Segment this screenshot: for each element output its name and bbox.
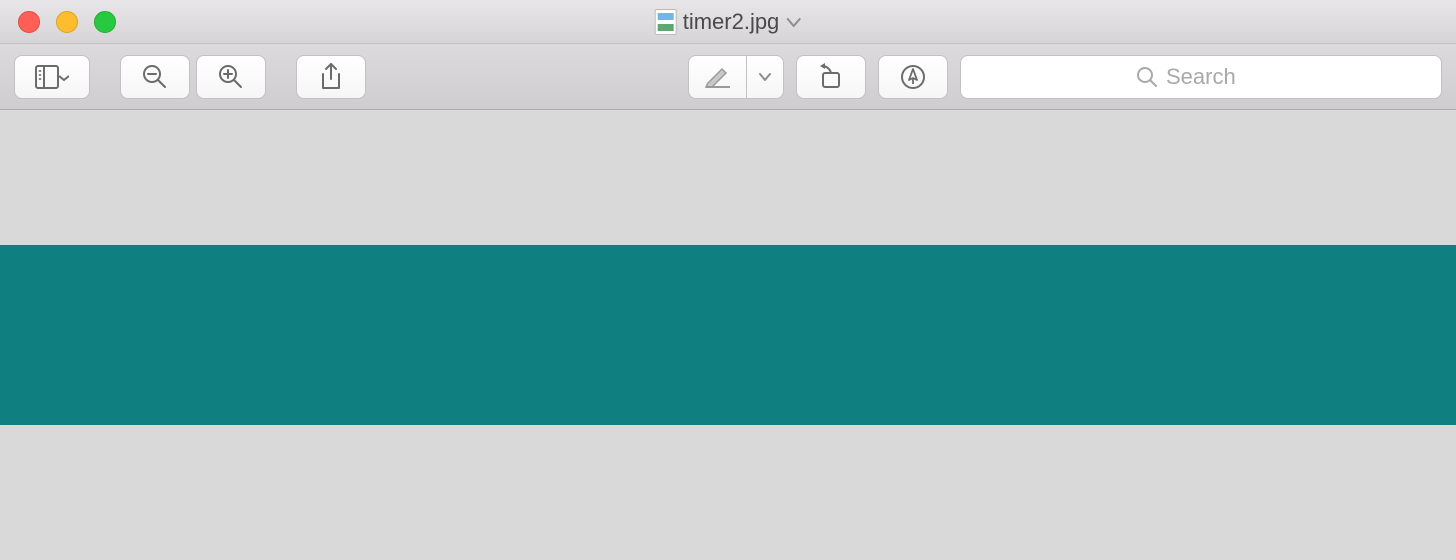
zoom-in-button[interactable] (196, 55, 266, 99)
window-title: timer2.jpg (683, 9, 780, 35)
sidebar-button[interactable] (14, 55, 90, 99)
zoom-out-button[interactable] (120, 55, 190, 99)
titlebar: timer2.jpg (0, 0, 1456, 44)
sidebar-icon (35, 65, 69, 89)
image-preview (0, 245, 1456, 425)
chevron-down-icon (785, 15, 801, 29)
rotate-icon (816, 63, 846, 91)
rotate-button[interactable] (796, 55, 866, 99)
traffic-lights (0, 11, 116, 33)
toolbar (0, 44, 1456, 110)
search-icon (1136, 66, 1158, 88)
chevron-down-icon (758, 71, 772, 83)
search-field[interactable] (960, 55, 1442, 99)
highlighter-icon (704, 65, 732, 89)
zoom-out-icon (141, 63, 169, 91)
search-input[interactable] (1166, 64, 1266, 90)
window-title-group[interactable]: timer2.jpg (655, 9, 802, 35)
zoom-in-icon (217, 63, 245, 91)
content-area (0, 110, 1456, 560)
share-icon (318, 62, 344, 92)
close-button[interactable] (18, 11, 40, 33)
share-button[interactable] (296, 55, 366, 99)
maximize-button[interactable] (94, 11, 116, 33)
markup-dropdown[interactable] (746, 55, 784, 99)
markup-pen-icon (899, 63, 927, 91)
markup-button[interactable] (688, 55, 746, 99)
annotate-button[interactable] (878, 55, 948, 99)
document-icon (655, 9, 677, 35)
markup-button-group (688, 55, 784, 99)
minimize-button[interactable] (56, 11, 78, 33)
